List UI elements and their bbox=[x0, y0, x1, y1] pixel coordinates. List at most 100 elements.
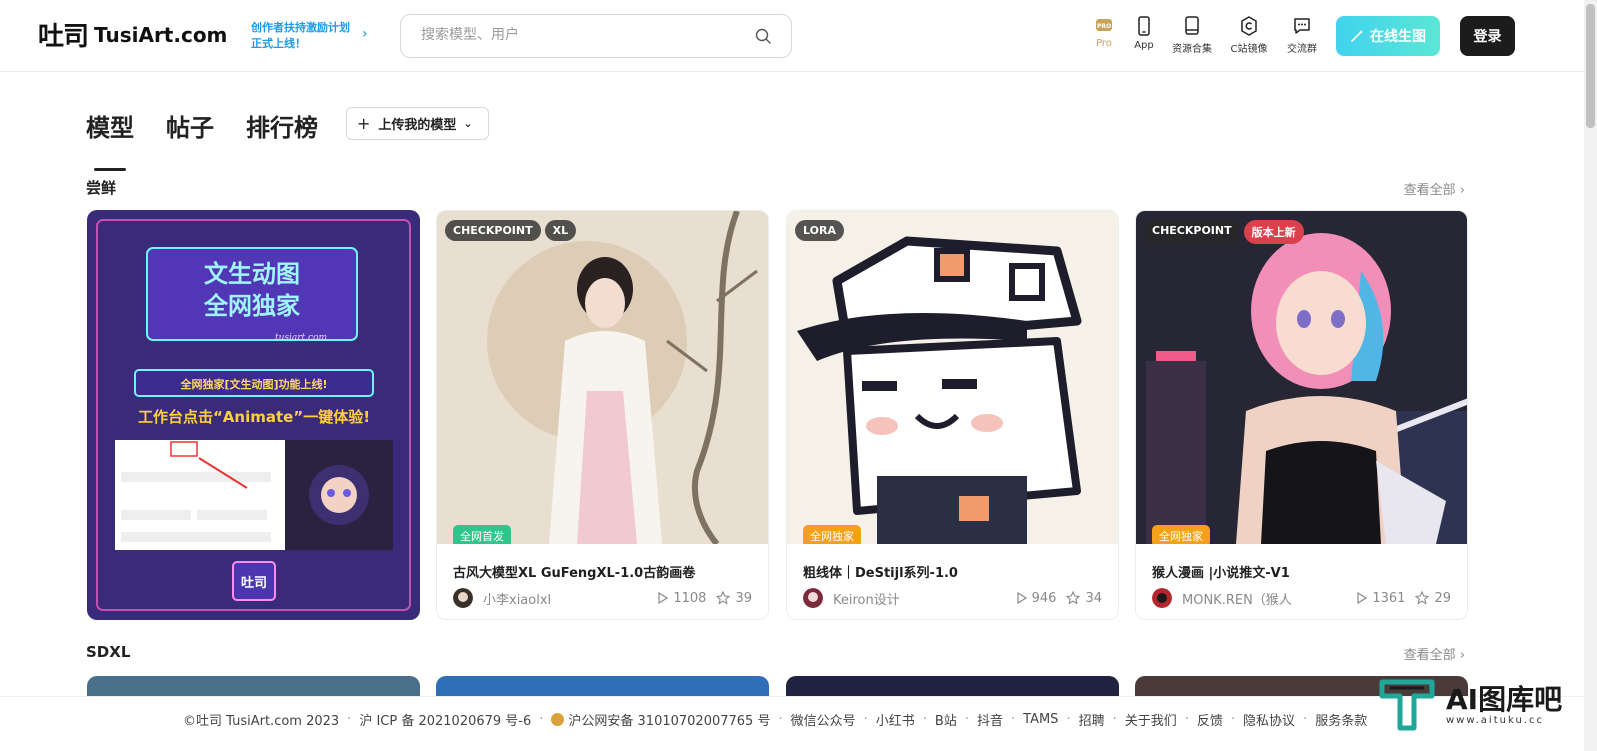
nav-resources[interactable]: 资源合集 bbox=[1166, 16, 1218, 55]
chat-icon bbox=[1294, 18, 1310, 34]
model-card[interactable]: LORA 全网独家 粗线体｜DeStijl系列-1.0 Keiron设计 946… bbox=[786, 210, 1119, 620]
footer-separator: · bbox=[1184, 712, 1189, 727]
star-count[interactable]: 29 bbox=[1415, 591, 1451, 606]
magic-wand-icon bbox=[1351, 30, 1363, 42]
run-count-value: 1108 bbox=[673, 590, 707, 606]
logo-text: TusiArt.com bbox=[94, 22, 228, 47]
svg-text:PRO: PRO bbox=[1097, 23, 1111, 30]
model-type-tag: CHECKPOINT bbox=[1144, 220, 1240, 244]
search-input[interactable] bbox=[421, 27, 741, 43]
footer-link-tams[interactable]: TAMS bbox=[1023, 712, 1058, 727]
author-name[interactable]: MONK.REN（猴人 bbox=[1182, 589, 1347, 608]
model-meta: 小李xiaolxl 1108 39 bbox=[453, 587, 752, 609]
footer-link-wechat[interactable]: 微信公众号 bbox=[791, 710, 856, 729]
model-card[interactable]: CHECKPOINT XL 全网首发 古风大模型XL GuFengXL-1.0古… bbox=[436, 210, 769, 620]
icp-link[interactable]: 沪 ICP 备 2021020679 号-6 bbox=[359, 710, 531, 729]
footer-link-douyin[interactable]: 抖音 bbox=[977, 710, 1003, 729]
status-badge: 全网独家 bbox=[803, 525, 861, 544]
footer-link-bilibili[interactable]: B站 bbox=[935, 710, 957, 729]
model-cover-image[interactable]: LORA 全网独家 bbox=[787, 211, 1118, 544]
chevron-right-icon[interactable]: › bbox=[362, 26, 368, 42]
footer-separator: · bbox=[347, 712, 352, 727]
star-icon bbox=[1415, 591, 1430, 605]
play-icon bbox=[1017, 592, 1027, 604]
footer-separator: · bbox=[1303, 712, 1308, 727]
avatar[interactable] bbox=[453, 588, 473, 608]
police-record-link[interactable]: 沪公网安备 31010702007765 号 bbox=[568, 710, 770, 729]
footer-link-privacy[interactable]: 隐私协议 bbox=[1243, 710, 1295, 729]
search-icon[interactable] bbox=[755, 28, 771, 44]
model-tags: CHECKPOINT XL bbox=[445, 220, 577, 241]
footer-links: ©吐司 TusiArt.com 2023 · 沪 ICP 备 202102067… bbox=[183, 710, 1367, 729]
view-all-link[interactable]: 查看全部 › bbox=[1404, 644, 1465, 663]
model-title[interactable]: 粗线体｜DeStijl系列-1.0 bbox=[803, 562, 958, 581]
banner-url: tusiart.com bbox=[275, 333, 327, 343]
base-model-tag: XL bbox=[544, 220, 577, 241]
model-meta: Keiron设计 946 34 bbox=[803, 587, 1102, 609]
search-box[interactable] bbox=[400, 14, 792, 58]
model-cover-image[interactable]: CHECKPOINT XL 全网首发 bbox=[437, 211, 768, 544]
site-logo[interactable]: 吐司 TusiArt.com bbox=[38, 16, 227, 53]
run-count-value: 946 bbox=[1031, 590, 1057, 606]
footer-separator: · bbox=[1011, 712, 1016, 727]
tab-leaderboard[interactable]: 排行榜 bbox=[246, 108, 318, 143]
upload-label: 上传我的模型 bbox=[378, 118, 457, 133]
upload-model-button[interactable]: + 上传我的模型 ⌄ bbox=[346, 107, 489, 140]
nav-civitai-mirror[interactable]: C站镜像 bbox=[1223, 16, 1275, 55]
play-icon bbox=[1357, 592, 1368, 604]
footer-link-xiaohongshu[interactable]: 小红书 bbox=[876, 710, 915, 729]
author-name[interactable]: Keiron设计 bbox=[833, 589, 1007, 608]
avatar[interactable] bbox=[1152, 588, 1172, 608]
footer-link-feedback[interactable]: 反馈 bbox=[1197, 710, 1223, 729]
star-count-value: 34 bbox=[1085, 590, 1102, 606]
star-icon bbox=[716, 591, 731, 605]
model-title[interactable]: 古风大模型XL GuFengXL-1.0古韵画卷 bbox=[453, 562, 695, 581]
site-watermark: AI图库吧 www.aituku.cc bbox=[1378, 676, 1562, 734]
banner-cta: 工作台点击“Animate”一键体验! bbox=[138, 408, 370, 426]
banner-artwork: 文生动图 全网独家 tusiart.com 全网独家[文生动图]功能上线! 工作… bbox=[87, 210, 420, 620]
star-count[interactable]: 34 bbox=[1066, 591, 1102, 606]
nav-label: 交流群 bbox=[1287, 44, 1317, 55]
footer-separator: · bbox=[1066, 712, 1071, 727]
footer-link-terms[interactable]: 服务条款 bbox=[1315, 710, 1367, 729]
footer-separator: · bbox=[922, 712, 927, 727]
logo-mark: 吐司 bbox=[38, 22, 89, 52]
scrollbar-thumb[interactable] bbox=[1586, 4, 1595, 128]
promo-line-2: 正式上线！ bbox=[251, 37, 306, 50]
view-all-label: 查看全部 bbox=[1403, 183, 1456, 198]
model-title[interactable]: 猴人漫画 |小说推文-V1 bbox=[1152, 562, 1290, 581]
generate-label: 在线生图 bbox=[1370, 29, 1426, 45]
footer-separator: · bbox=[1230, 712, 1236, 727]
author-name[interactable]: 小李xiaolxl bbox=[483, 589, 648, 608]
tab-models[interactable]: 模型 bbox=[86, 108, 134, 171]
footer-link-about[interactable]: 关于我们 bbox=[1125, 710, 1177, 729]
chevron-down-icon: ⌄ bbox=[463, 117, 473, 130]
run-count: 1361 bbox=[1357, 591, 1405, 606]
creator-promo-link[interactable]: 创作者扶持激励计划 正式上线！ bbox=[251, 20, 350, 52]
nav-label: App bbox=[1134, 40, 1154, 51]
top-header: 吐司 TusiArt.com 创作者扶持激励计划 正式上线！ › PRO Pro bbox=[0, 0, 1597, 72]
model-cover-image[interactable]: CHECKPOINT 版本上新 全网独家 bbox=[1136, 211, 1467, 544]
run-count: 1108 bbox=[658, 591, 706, 606]
model-tags: CHECKPOINT 版本上新 bbox=[1144, 220, 1304, 244]
online-generate-button[interactable]: 在线生图 bbox=[1336, 16, 1440, 56]
nav-app[interactable]: App bbox=[1118, 16, 1170, 51]
nav-community[interactable]: 交流群 bbox=[1276, 16, 1328, 55]
avatar[interactable] bbox=[803, 588, 823, 608]
feature-banner-card[interactable]: 文生动图 全网独家 tusiart.com 全网独家[文生动图]功能上线! 工作… bbox=[87, 210, 420, 620]
model-card[interactable]: CHECKPOINT 版本上新 全网独家 猴人漫画 |小说推文-V1 MONK.… bbox=[1135, 210, 1468, 620]
nav-label: 资源合集 bbox=[1172, 44, 1212, 55]
nav-label: C站镜像 bbox=[1230, 44, 1268, 55]
tab-posts[interactable]: 帖子 bbox=[166, 108, 214, 143]
banner-line1: 文生动图 bbox=[204, 260, 300, 288]
page-scrollbar[interactable] bbox=[1584, 0, 1597, 751]
banner-logo: 吐司 bbox=[241, 575, 267, 591]
view-all-label: 查看全部 bbox=[1403, 648, 1456, 663]
site-footer: ©吐司 TusiArt.com 2023 · 沪 ICP 备 202102067… bbox=[0, 696, 1584, 751]
watermark-logo-icon bbox=[1379, 679, 1435, 731]
view-all-link[interactable]: 查看全部 › bbox=[1404, 179, 1465, 198]
footer-link-jobs[interactable]: 招聘 bbox=[1079, 710, 1105, 729]
run-count-value: 1361 bbox=[1372, 590, 1406, 606]
login-button[interactable]: 登录 bbox=[1460, 16, 1515, 56]
star-count[interactable]: 39 bbox=[716, 591, 752, 606]
